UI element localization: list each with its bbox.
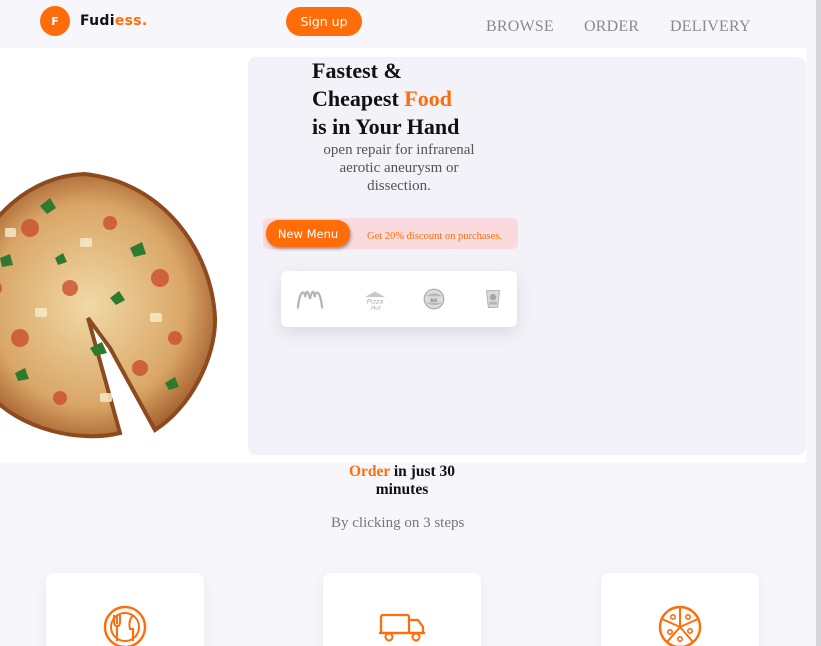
kfc-logo[interactable] xyxy=(479,286,507,312)
pizza-icon xyxy=(658,605,702,646)
logo-badge: F xyxy=(40,6,70,36)
burger-king-logo[interactable]: BK xyxy=(420,286,448,312)
partner-logos-card: Pizza Hut BK xyxy=(281,271,517,327)
order-section-subtitle: By clicking on 3 steps xyxy=(331,515,465,531)
hero-subtitle: open repair for infrarenal aerotic aneur… xyxy=(323,142,475,194)
nav-item-browse[interactable]: BROWSE xyxy=(486,18,554,36)
brand-logo[interactable]: F Fudiess. xyxy=(40,6,148,36)
page-scrollbar[interactable] xyxy=(816,0,821,646)
new-menu-button[interactable]: New Menu xyxy=(266,220,350,247)
nav-item-order[interactable]: ORDER xyxy=(584,18,639,36)
signup-button[interactable]: Sign up xyxy=(286,7,362,36)
top-nav: F Fudiess. Sign up BROWSE ORDER DELIVERY xyxy=(0,0,821,48)
svg-text:Hut: Hut xyxy=(371,305,382,311)
dining-icon xyxy=(103,605,147,646)
delivery-truck-icon xyxy=(379,613,425,642)
hero-headline: Fastest & Cheapest Food is in Your Hand xyxy=(312,58,460,139)
discount-text: Get 20% discount on purchases. xyxy=(367,231,503,242)
pizza-hut-logo[interactable]: Pizza Hut xyxy=(361,286,389,312)
step-card-delivery[interactable] xyxy=(323,573,481,646)
brand-name: Fudiess. xyxy=(80,13,148,29)
step-card-enjoy[interactable] xyxy=(601,573,759,646)
pizza-image xyxy=(0,171,218,439)
order-section-title: Order in just 30 minutes xyxy=(348,463,456,498)
nav-item-delivery[interactable]: DELIVERY xyxy=(670,18,751,36)
step-card-choose[interactable] xyxy=(46,573,204,646)
mcdonalds-logo[interactable] xyxy=(296,286,324,312)
